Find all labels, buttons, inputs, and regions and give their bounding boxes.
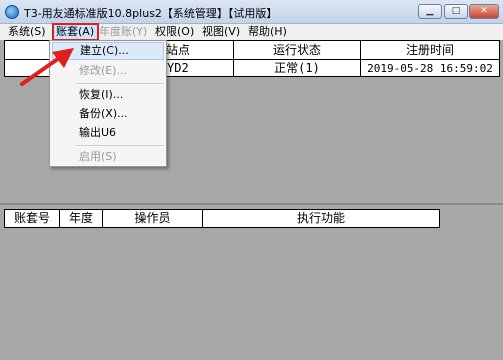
menu-system[interactable]: 系统(S) [8, 25, 46, 39]
menu-help[interactable]: 帮助(H) [248, 25, 287, 39]
minimize-icon: ▁ [426, 6, 434, 16]
column-header-register-time[interactable]: 注册时间 [361, 41, 499, 59]
menu-item-export-u6[interactable]: 输出U6 [52, 124, 164, 142]
title-bar: T3-用友通标准版10.8plus2【系统管理】【试用版】 ▁ □ ✕ [0, 0, 503, 24]
column-header-account-no[interactable]: 账套号 [5, 210, 59, 227]
menu-item-enable[interactable]: 启用(S) [52, 148, 164, 166]
window-title: T3-用友通标准版10.8plus2【系统管理】【试用版】 [24, 7, 278, 20]
operation-table: 账套号 年度 操作员 执行功能 [4, 209, 440, 228]
column-header-function[interactable]: 执行功能 [203, 210, 439, 227]
column-header-status[interactable]: 运行状态 [234, 41, 360, 59]
menu-separator [76, 83, 164, 84]
close-icon: ✕ [480, 6, 488, 16]
menu-item-restore[interactable]: 恢复(I)... [52, 86, 164, 104]
menu-item-backup[interactable]: 备份(X)... [52, 105, 164, 123]
column-header-year[interactable]: 年度 [60, 210, 102, 227]
menu-separator [76, 145, 164, 146]
maximize-icon: □ [451, 6, 461, 16]
close-button[interactable]: ✕ [469, 4, 499, 19]
pane-splitter[interactable] [0, 203, 503, 205]
table-cell-register-time[interactable]: 2019-05-28 16:59:02 [361, 60, 499, 77]
menu-account-set[interactable]: 账套(A) [56, 25, 94, 39]
menu-fiscal-year[interactable]: 年度账(Y) [99, 25, 147, 39]
app-icon [5, 5, 19, 19]
table-cell-status[interactable]: 正常(1) [234, 60, 360, 77]
annotation-arrow-icon [20, 48, 74, 86]
menu-view[interactable]: 视图(V) [202, 25, 240, 39]
menu-permission[interactable]: 权限(O) [155, 25, 194, 39]
maximize-button[interactable]: □ [444, 4, 468, 19]
minimize-button[interactable]: ▁ [418, 4, 442, 19]
column-header-operator[interactable]: 操作员 [103, 210, 202, 227]
